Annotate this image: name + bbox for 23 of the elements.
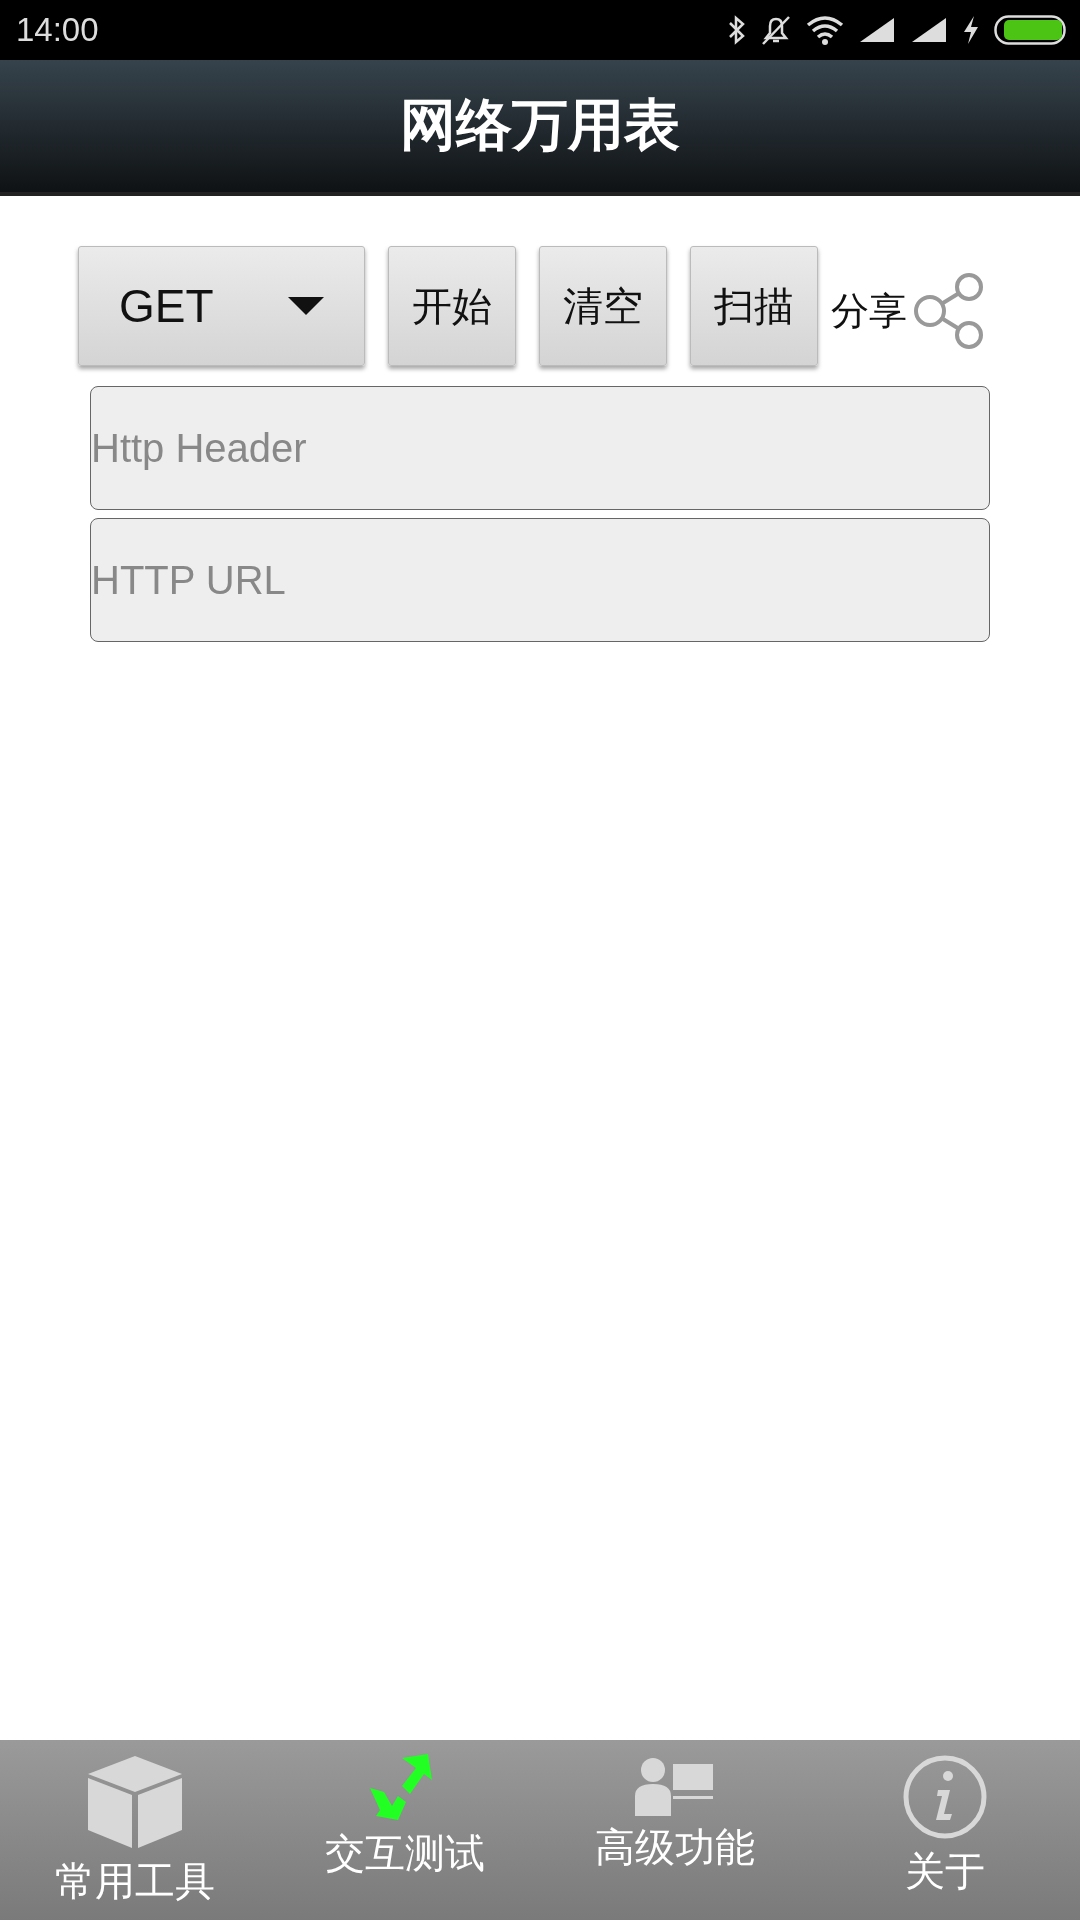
charging-icon xyxy=(962,15,980,45)
action-button[interactable]: 扫描 xyxy=(690,246,818,366)
share-label[interactable]: 分享 xyxy=(831,285,907,337)
status-time: 14:00 xyxy=(16,11,99,49)
info-icon xyxy=(902,1754,988,1840)
app-title: 网络万用表 xyxy=(400,91,680,159)
wifi-icon xyxy=(806,15,844,45)
bell-muted-icon xyxy=(760,14,792,46)
nav-tab[interactable]: 高级功能 xyxy=(540,1740,810,1920)
box-icon xyxy=(86,1754,184,1850)
signal-icon xyxy=(858,16,896,44)
nav-tab[interactable]: 关于 xyxy=(810,1740,1080,1920)
action-button[interactable]: 开始 xyxy=(388,246,516,366)
input-field[interactable]: HTTP URL xyxy=(90,518,990,642)
action-button[interactable]: 清空 xyxy=(539,246,667,366)
signal-icon xyxy=(910,16,948,44)
bluetooth-icon xyxy=(728,15,746,45)
nav-tab[interactable]: 常用工具 xyxy=(0,1740,270,1920)
caret-icon xyxy=(288,297,324,315)
nav-tab[interactable]: 交互测试 xyxy=(270,1740,540,1920)
method-dropdown[interactable]: GET xyxy=(78,246,365,366)
battery-icon xyxy=(994,15,1066,45)
input-field[interactable]: Http Header xyxy=(90,386,990,510)
